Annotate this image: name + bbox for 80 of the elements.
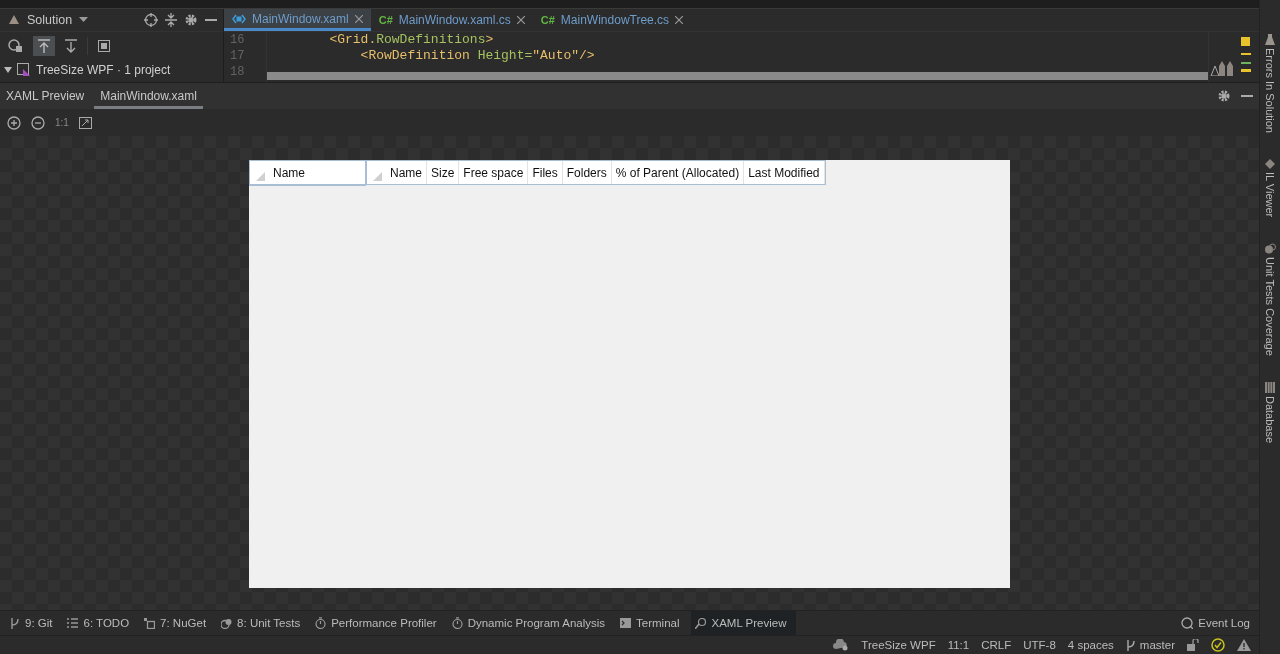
column-header[interactable]: Last Modified bbox=[744, 161, 825, 184]
preview-icon[interactable] bbox=[98, 39, 110, 52]
code-line: <RowDefinition Height="Auto"/> bbox=[359, 48, 595, 63]
tests-icon bbox=[221, 617, 233, 629]
side-tab[interactable]: Unit Tests Coverage bbox=[1264, 243, 1276, 357]
zoom-in-icon[interactable] bbox=[7, 115, 21, 130]
eye-icon[interactable] bbox=[7, 38, 23, 53]
list-icon bbox=[67, 618, 79, 628]
indent-setting[interactable]: 4 spaces bbox=[1067, 639, 1114, 651]
check-circle-icon[interactable] bbox=[1211, 638, 1225, 652]
timer-icon bbox=[451, 617, 463, 629]
tree-item[interactable]: TreeSize WPF · 1 project bbox=[36, 63, 171, 77]
branch-icon bbox=[1125, 639, 1136, 651]
project-status[interactable]: TreeSize WPF bbox=[861, 639, 936, 651]
csharp-label: C# bbox=[378, 14, 393, 26]
tool-tab[interactable]: 7: NuGet bbox=[140, 611, 216, 635]
side-tab[interactable]: IL Viewer bbox=[1264, 159, 1276, 218]
column-header[interactable]: Folders bbox=[562, 161, 612, 184]
tool-window-title: XAML Preview bbox=[6, 89, 85, 103]
git-branch[interactable]: master bbox=[1125, 639, 1175, 651]
line-number: 17 bbox=[230, 48, 246, 64]
tool-tab[interactable]: Terminal bbox=[616, 611, 689, 635]
package-icon bbox=[144, 617, 156, 629]
editor-tab[interactable]: C# MainWindow.xaml.cs bbox=[370, 9, 533, 31]
side-tab[interactable]: Database bbox=[1264, 382, 1276, 444]
settings-icon[interactable] bbox=[184, 13, 198, 27]
scroll-to-source-icon[interactable] bbox=[65, 38, 77, 53]
tool-tab[interactable]: Performance Profiler bbox=[311, 611, 446, 635]
code-line: <Grid.RowDefinitions> bbox=[328, 32, 494, 47]
column-header[interactable]: Free space bbox=[459, 161, 529, 184]
collapse-icon[interactable] bbox=[165, 13, 177, 27]
database-icon bbox=[1265, 382, 1275, 394]
sort-grip-icon bbox=[373, 172, 382, 181]
editor-tab[interactable]: C# MainWindowTree.cs bbox=[532, 9, 692, 31]
diamond-icon bbox=[1265, 159, 1275, 169]
actual-size-button[interactable]: 1:1 bbox=[55, 117, 69, 128]
solution-file-icon bbox=[17, 63, 31, 77]
line-number: 16 bbox=[230, 32, 246, 48]
line-ending[interactable]: CRLF bbox=[981, 639, 1012, 651]
scroll-from-source-button[interactable] bbox=[33, 35, 55, 56]
locate-icon[interactable] bbox=[144, 13, 158, 27]
lock-icon[interactable] bbox=[1187, 639, 1199, 651]
close-icon[interactable] bbox=[516, 16, 525, 24]
solution-icon bbox=[8, 14, 20, 26]
column-header[interactable]: Name bbox=[386, 161, 427, 184]
line-number: 18 bbox=[230, 64, 246, 80]
column-header[interactable]: Size bbox=[427, 161, 460, 184]
cursor-position[interactable]: 11:1 bbox=[947, 639, 970, 651]
terminal-icon bbox=[620, 618, 632, 628]
side-tab[interactable]: Errors In Solution bbox=[1264, 34, 1276, 133]
xaml-file-icon bbox=[232, 13, 246, 24]
event-log-tab[interactable]: Event Log bbox=[1177, 611, 1259, 635]
cloud-gear-icon[interactable] bbox=[833, 639, 850, 651]
flask-icon bbox=[1265, 34, 1275, 45]
timer-icon bbox=[315, 617, 327, 629]
settings-icon[interactable] bbox=[1217, 89, 1231, 103]
tool-tab[interactable]: Dynamic Program Analysis bbox=[447, 611, 615, 635]
caret-icon[interactable] bbox=[79, 17, 89, 23]
sort-grip-icon bbox=[256, 172, 265, 181]
tool-tab[interactable]: 6: TODO bbox=[63, 611, 139, 635]
preview-icon bbox=[694, 617, 707, 629]
coverage-icon bbox=[1264, 243, 1276, 255]
column-header[interactable]: Files bbox=[528, 161, 563, 184]
expanded-arrow-icon[interactable] bbox=[4, 66, 12, 74]
warning-icon[interactable] bbox=[1237, 639, 1251, 651]
editor-tab[interactable]: MainWindow.xaml bbox=[224, 9, 371, 31]
tool-tab[interactable]: 8: Unit Tests bbox=[217, 611, 310, 635]
tool-tab[interactable]: 9: Git bbox=[6, 611, 62, 635]
preview-tab[interactable]: MainWindow.xaml bbox=[94, 83, 203, 109]
fit-icon[interactable] bbox=[78, 116, 92, 129]
solution-dropdown[interactable]: Solution bbox=[27, 13, 73, 27]
column-header[interactable]: % of Parent (Allocated) bbox=[611, 161, 745, 184]
zoom-out-icon[interactable] bbox=[31, 115, 45, 130]
csharp-label: C# bbox=[540, 14, 555, 26]
tool-tab[interactable]: XAML Preview bbox=[690, 611, 796, 635]
branch-icon bbox=[10, 617, 20, 629]
close-icon[interactable] bbox=[354, 14, 363, 23]
file-encoding[interactable]: UTF-8 bbox=[1023, 639, 1056, 651]
close-icon[interactable] bbox=[675, 16, 684, 24]
scrollbar[interactable] bbox=[267, 72, 1208, 80]
